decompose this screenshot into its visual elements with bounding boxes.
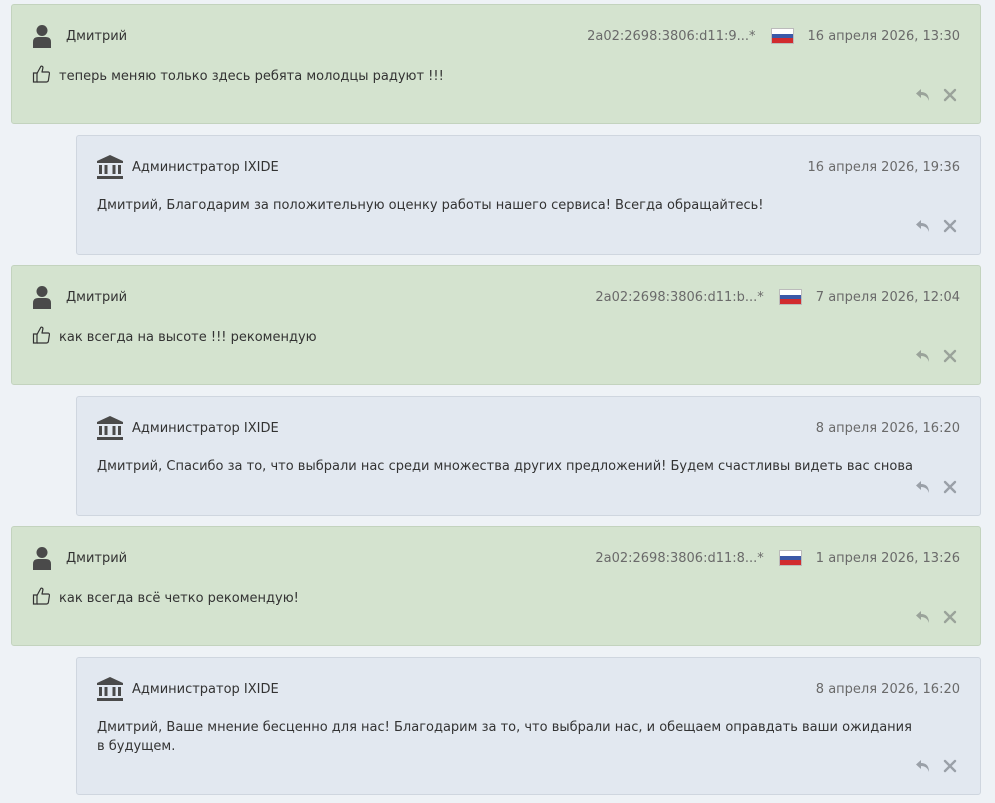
reply-icon[interactable] (915, 218, 931, 234)
reply-actions (915, 479, 958, 495)
reply-icon[interactable] (915, 348, 931, 364)
comment-date: 7 апреля 2026, 12:04 (815, 289, 960, 305)
reply-card: Администратор IXIDE 8 апреля 2026, 16:20… (76, 396, 981, 516)
comment-actions (915, 348, 958, 364)
reply-date: 8 апреля 2026, 16:20 (815, 420, 960, 436)
comment-card: Дмитрий 2a02:2698:3806:d11:b...* 7 апрел… (11, 265, 981, 385)
close-icon[interactable] (942, 758, 958, 774)
reply-actions (915, 218, 958, 234)
close-icon[interactable] (942, 218, 958, 234)
comment-text: как всегда всё четко рекомендую! (32, 587, 960, 608)
close-icon[interactable] (942, 609, 958, 625)
reply-card: Администратор IXIDE 16 апреля 2026, 19:3… (76, 135, 981, 255)
reply-header: Администратор IXIDE 8 апреля 2026, 16:20 (97, 676, 960, 702)
comment-actions (915, 87, 958, 103)
russia-flag-icon (778, 550, 802, 566)
reply-card: Администратор IXIDE 8 апреля 2026, 16:20… (76, 657, 981, 795)
comment-date: 16 апреля 2026, 13:30 (807, 28, 960, 44)
reply-actions (915, 758, 958, 774)
thumbs-up-icon (32, 587, 51, 605)
bank-icon (97, 416, 123, 440)
reply-icon[interactable] (915, 87, 931, 103)
reply-header: Администратор IXIDE 16 апреля 2026, 19:3… (97, 154, 960, 180)
comment-date: 1 апреля 2026, 13:26 (815, 550, 960, 566)
ip-address: 2a02:2698:3806:d11:9...* (587, 28, 756, 44)
author-name: Дмитрий (66, 28, 128, 44)
reply-meta: 16 апреля 2026, 19:36 (808, 160, 960, 175)
reply-body: Дмитрий, Спасибо за то, что выбрали нас … (97, 459, 913, 474)
user-icon (32, 546, 52, 570)
comment-meta: 2a02:2698:3806:d11:b...* 7 апреля 2026, … (595, 289, 960, 305)
reply-header: Администратор IXIDE 8 апреля 2026, 16:20 (97, 415, 960, 441)
comment-header: Дмитрий 2a02:2698:3806:d11:9...* 16 апре… (32, 23, 960, 49)
russia-flag-icon (770, 28, 794, 44)
reply-icon[interactable] (915, 479, 931, 495)
reply-date: 16 апреля 2026, 19:36 (807, 159, 960, 175)
reply-body: Дмитрий, Ваше мнение бесценно для нас! Б… (97, 720, 912, 754)
comment-body: как всегда всё четко рекомендую! (59, 591, 299, 606)
comment-meta: 2a02:2698:3806:d11:8...* 1 апреля 2026, … (595, 550, 960, 566)
thumbs-up-icon (32, 65, 51, 83)
comment-card: Дмитрий 2a02:2698:3806:d11:8...* 1 апрел… (11, 526, 981, 646)
comment-text: как всегда на высоте !!! рекомендую (32, 326, 960, 347)
reply-meta: 8 апреля 2026, 16:20 (816, 682, 960, 697)
reply-icon[interactable] (915, 609, 931, 625)
author-name: Дмитрий (66, 550, 128, 566)
comment-meta: 2a02:2698:3806:d11:9...* 16 апреля 2026,… (587, 28, 960, 44)
admin-name: Администратор IXIDE (132, 681, 279, 697)
close-icon[interactable] (942, 348, 958, 364)
reply-icon[interactable] (915, 758, 931, 774)
comment-body: теперь меняю только здесь ребята молодцы… (59, 69, 444, 84)
author-name: Дмитрий (66, 289, 128, 305)
comment-header: Дмитрий 2a02:2698:3806:d11:8...* 1 апрел… (32, 545, 960, 571)
comment-card: Дмитрий 2a02:2698:3806:d11:9...* 16 апре… (11, 4, 981, 124)
bank-icon (97, 677, 123, 701)
user-icon (32, 285, 52, 309)
comment-text: теперь меняю только здесь ребята молодцы… (32, 65, 960, 86)
close-icon[interactable] (942, 87, 958, 103)
ip-address: 2a02:2698:3806:d11:8...* (595, 550, 764, 566)
russia-flag-icon (778, 289, 802, 305)
user-icon (32, 24, 52, 48)
admin-name: Администратор IXIDE (132, 420, 279, 436)
comment-actions (915, 609, 958, 625)
reply-date: 8 апреля 2026, 16:20 (815, 681, 960, 697)
ip-address: 2a02:2698:3806:d11:b...* (595, 289, 764, 305)
close-icon[interactable] (942, 479, 958, 495)
thumbs-up-icon (32, 326, 51, 344)
reply-body: Дмитрий, Благодарим за положительную оце… (97, 198, 764, 213)
comment-header: Дмитрий 2a02:2698:3806:d11:b...* 7 апрел… (32, 284, 960, 310)
bank-icon (97, 155, 123, 179)
reply-meta: 8 апреля 2026, 16:20 (816, 421, 960, 436)
comment-body: как всегда на высоте !!! рекомендую (59, 330, 317, 345)
admin-name: Администратор IXIDE (132, 159, 279, 175)
